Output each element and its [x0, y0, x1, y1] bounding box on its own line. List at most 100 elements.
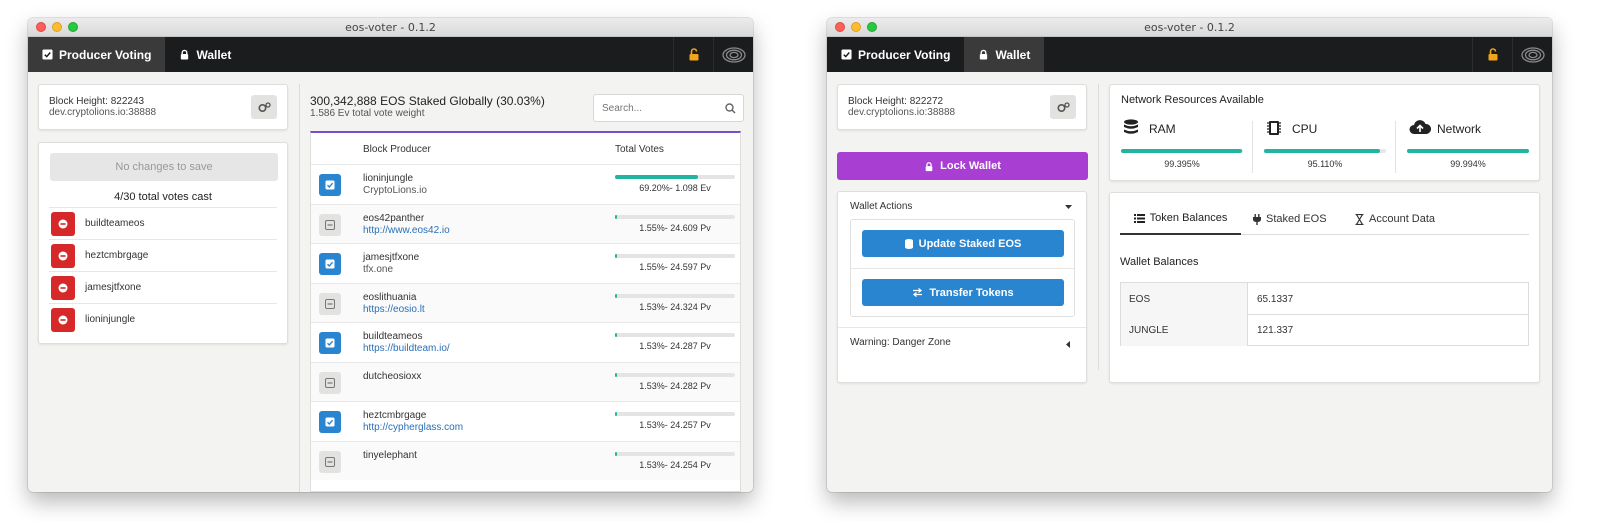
lock-icon	[980, 49, 988, 60]
vote-checkbox[interactable]	[319, 411, 341, 433]
selected-producer-name: jamesjtfxone	[85, 282, 142, 293]
vote-progress-fill	[615, 412, 617, 416]
producer-url-link[interactable]: http://www.eos42.io	[363, 225, 450, 236]
tab-wallet[interactable]: Wallet	[964, 37, 1045, 72]
remove-vote-button[interactable]	[51, 244, 75, 268]
votes-cast-count: 4/30 total votes cast	[114, 191, 212, 203]
vote-percent: 1.53%- 24.324 Pv	[639, 301, 711, 312]
global-stake-summary: 300,342,888 EOS Staked Globally (30.03%)	[310, 94, 545, 108]
resource-bar	[1264, 149, 1386, 153]
vote-checkbox[interactable]	[319, 292, 341, 315]
selected-producer-name: buildteameos	[85, 218, 145, 229]
resource-bar	[1407, 149, 1529, 153]
minus-square-icon	[325, 456, 335, 467]
tab-wallet[interactable]: Wallet	[165, 37, 245, 72]
database-icon	[1124, 119, 1138, 134]
exchange-icon	[913, 288, 923, 297]
table-header: Block Producer Total Votes	[311, 133, 740, 164]
vote-checkbox[interactable]	[319, 332, 341, 354]
vote-percent: 1.53%- 24.257 Pv	[639, 420, 711, 430]
producer-url-link[interactable]: http://cypherglass.com	[363, 422, 463, 433]
vote-checkbox[interactable]	[319, 371, 341, 394]
check-icon	[325, 417, 335, 427]
minus-square-icon	[325, 377, 335, 388]
app-logo-button[interactable]	[713, 37, 753, 72]
selected-producer-name: heztcmbrgage	[85, 250, 149, 261]
wallet-balances-title: Wallet Balances	[1120, 256, 1199, 268]
resource-bar-fill	[1407, 149, 1529, 153]
tab-staked-eos[interactable]: Staked EOS	[1253, 203, 1327, 235]
producer-name: tinyelephant	[363, 449, 417, 461]
resource-name: CPU	[1292, 122, 1318, 136]
vote-progress-bar	[615, 254, 735, 258]
node-address: dev.cryptolions.io:38888	[848, 107, 956, 118]
window-title: eos-voter - 0.1.2	[345, 21, 436, 34]
update-staked-eos-button[interactable]: Update Staked EOS	[862, 230, 1064, 257]
table-row: heztcmbrgage http://cypherglass.com 1.53%-…	[311, 401, 740, 440]
network-resources-card: Network Resources Available RAM 99.395% …	[1109, 84, 1540, 181]
selected-producer-name: lioninjungle	[85, 314, 136, 325]
checkbox-icon	[841, 49, 852, 60]
resource-percent: 99.395%	[1164, 159, 1200, 169]
divider	[1252, 121, 1253, 173]
table-row: JUNGLE 121.337	[1121, 315, 1528, 346]
node-settings-button[interactable]	[251, 95, 277, 119]
tab-wallet-label: Wallet	[196, 47, 232, 62]
producer-name: dutcheosioxx	[363, 370, 422, 382]
vote-checkbox[interactable]	[319, 213, 341, 236]
check-icon	[325, 180, 335, 190]
search-input[interactable]	[602, 100, 720, 116]
vote-progress-fill	[615, 451, 617, 456]
top-menu: Producer Voting Wallet	[28, 37, 753, 72]
vote-progress-fill	[615, 254, 617, 258]
save-votes-button[interactable]: No changes to save	[50, 153, 278, 181]
tab-producer-voting[interactable]: Producer Voting	[28, 37, 166, 72]
remove-vote-button[interactable]	[51, 212, 75, 236]
col-header-producer: Block Producer	[363, 144, 431, 155]
vote-progress-bar	[615, 333, 735, 337]
danger-zone-header[interactable]: Warning: Danger Zone	[838, 328, 1086, 358]
cloud-upload-icon	[1409, 120, 1431, 134]
vote-checkbox[interactable]	[319, 253, 341, 275]
search-icon	[725, 103, 736, 114]
column-divider	[299, 84, 300, 492]
producer-url-link[interactable]: https://eosio.lt	[363, 304, 425, 315]
unlock-status-button[interactable]	[1472, 37, 1512, 72]
node-settings-button[interactable]	[1050, 95, 1076, 119]
tab-producer-voting[interactable]: Producer Voting	[827, 37, 964, 72]
vote-percent: 1.53%- 24.287 Pv	[639, 341, 711, 351]
minus-circle-icon	[58, 219, 68, 229]
vote-checkbox[interactable]	[319, 450, 341, 473]
producer-name: lioninjungle	[363, 173, 414, 184]
table-row: EOS 65.1337	[1121, 283, 1528, 315]
vote-checkbox[interactable]	[319, 174, 341, 196]
block-height: Block Height: 822272	[848, 96, 944, 107]
vote-weight-summary: 1.586 Ev total vote weight	[310, 108, 425, 119]
col-header-votes: Total Votes	[615, 144, 664, 155]
lock-wallet-button[interactable]: Lock Wallet	[837, 152, 1088, 180]
app-logo-button[interactable]	[1512, 37, 1552, 72]
tab-staked-eos-label: Staked EOS	[1266, 213, 1327, 225]
unlock-status-button[interactable]	[673, 37, 713, 72]
cogs-icon	[257, 101, 271, 112]
table-row: lioninjungle CryptoLions.io 69.20%- 1.098 …	[311, 164, 740, 203]
vote-percent: 1.53%- 24.254 Pv	[639, 459, 711, 470]
resource-percent: 95.110%	[1307, 159, 1343, 169]
tab-token-balances[interactable]: Token Balances	[1120, 203, 1241, 235]
producer-name: buildteameos	[363, 331, 423, 342]
tab-wallet-label: Wallet	[995, 47, 1031, 62]
chip-icon	[1267, 121, 1281, 135]
wallet-actions-header[interactable]: Wallet Actions	[838, 192, 1086, 218]
remove-vote-button[interactable]	[51, 308, 75, 332]
token-amount: 65.1337	[1257, 294, 1294, 305]
resource-percent: 99.994%	[1450, 159, 1486, 169]
plug-icon	[1253, 213, 1261, 225]
remove-vote-button[interactable]	[51, 276, 75, 300]
tab-account-data[interactable]: Account Data	[1355, 203, 1435, 235]
transfer-tokens-button[interactable]: Transfer Tokens	[862, 279, 1064, 306]
minus-circle-icon	[58, 315, 68, 325]
app-window-wallet: eos-voter - 0.1.2 Producer Voting Wallet…	[827, 18, 1552, 492]
wallet-actions-title: Wallet Actions	[850, 201, 913, 212]
producer-url-link[interactable]: https://buildteam.io/	[363, 343, 450, 354]
list-item: buildteameos	[49, 207, 277, 239]
